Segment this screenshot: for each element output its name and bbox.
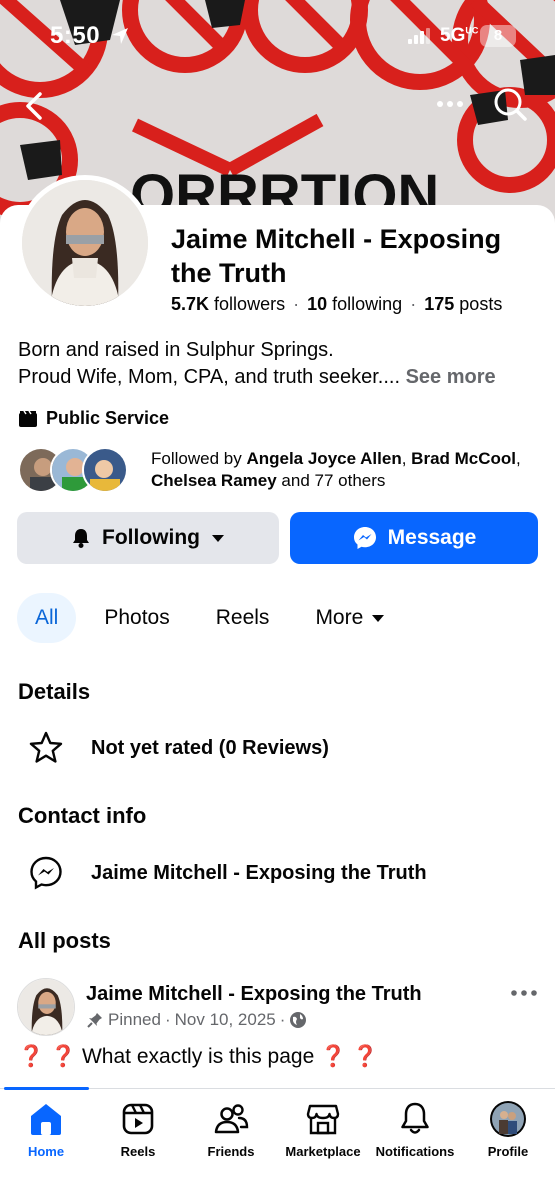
mutual-avatar [82, 447, 128, 493]
nav-notifications[interactable]: Notifications [365, 1100, 465, 1159]
rating-row[interactable]: Not yet rated (0 Reviews) [28, 730, 329, 766]
see-more-link[interactable]: See more [406, 366, 496, 388]
home-icon [31, 1104, 61, 1135]
caret-down-icon [211, 535, 224, 542]
mutual-followers[interactable]: Followed by Angela Joyce Allen, Brad McC… [18, 446, 521, 494]
tab-all[interactable]: All [17, 593, 77, 643]
status-time: 5:50 [50, 22, 101, 49]
location-arrow-icon [112, 28, 128, 44]
signal-icon [408, 28, 430, 44]
profile-avatar-icon [490, 1101, 526, 1137]
nav-profile[interactable]: Profile [458, 1100, 555, 1159]
message-button-label: Message [387, 526, 477, 549]
more-options-icon[interactable] [430, 86, 470, 126]
message-button[interactable]: Message [290, 512, 538, 564]
profile-tabs: All Photos Reels More [17, 592, 413, 644]
nav-reels-label: Reels [120, 1144, 156, 1159]
nav-marketplace[interactable]: Marketplace [273, 1100, 373, 1159]
following-button-label: Following [102, 526, 200, 549]
post-author-photo [18, 979, 74, 1035]
status-bar: 5:50 5GUC 8 [0, 22, 555, 52]
post-author-avatar[interactable] [17, 978, 75, 1036]
contact-info-heading: Contact info [18, 803, 147, 828]
posts-label: posts [459, 294, 503, 314]
post-meta: Pinned · Nov 10, 2025 · [86, 1010, 307, 1030]
rating-text: Not yet rated (0 Reviews) [91, 736, 329, 759]
page-title: Jaime Mitchell - Exposing the Truth [171, 224, 502, 288]
question-mark-emoji: ❓ ❓ [18, 1045, 77, 1068]
nav-home[interactable]: Home [0, 1100, 96, 1159]
question-mark-emoji: ❓ ❓ [320, 1045, 379, 1068]
following-label[interactable]: following [332, 294, 402, 314]
friends-icon [214, 1104, 249, 1134]
tab-reels[interactable]: Reels [198, 593, 288, 643]
network-label: 5GUC [440, 25, 479, 46]
page-category: Public Service [18, 408, 169, 429]
bio-line-1: Born and raised in Sulphur Springs. [18, 339, 334, 361]
messenger-contact-row[interactable]: Jaime Mitchell - Exposing the Truth [28, 855, 427, 891]
bell-icon [401, 1102, 429, 1134]
search-icon[interactable] [490, 84, 530, 124]
profile-photo [22, 180, 148, 306]
back-arrow-icon[interactable] [16, 86, 56, 126]
profile-avatar[interactable] [17, 175, 153, 311]
pinned-label: Pinned [108, 1010, 161, 1029]
category-label: Public Service [46, 408, 170, 428]
nav-friends[interactable]: Friends [181, 1100, 281, 1159]
followers-label[interactable]: followers [214, 294, 285, 314]
clapperboard-icon [19, 410, 37, 427]
pin-icon [87, 1013, 102, 1028]
battery-indicator: 8 [480, 25, 516, 47]
nav-profile-label: Profile [487, 1144, 529, 1159]
active-tab-indicator [4, 1087, 89, 1090]
post-options-icon[interactable] [510, 985, 538, 1001]
following-count[interactable]: 10 [307, 294, 327, 314]
messenger-icon [353, 527, 376, 549]
bell-icon [73, 529, 89, 548]
nav-home-label: Home [27, 1144, 65, 1159]
bio-line-2: Proud Wife, Mom, CPA, and truth seeker..… [18, 366, 401, 388]
posts-count: 175 [424, 294, 455, 314]
post-date[interactable]: Nov 10, 2025 [175, 1010, 276, 1030]
marketplace-icon [306, 1104, 340, 1135]
post-body: What exactly is this page [81, 1045, 315, 1068]
tab-more-label: More [315, 606, 364, 629]
nav-friends-label: Friends [207, 1144, 255, 1159]
nav-notifications-label: Notifications [375, 1144, 455, 1159]
tab-more[interactable]: More [297, 593, 403, 643]
following-button[interactable]: Following [17, 512, 279, 564]
globe-icon [290, 1012, 307, 1028]
details-heading: Details [18, 679, 91, 704]
messenger-icon [30, 856, 62, 890]
bio: Born and raised in Sulphur Springs. Prou… [18, 337, 543, 391]
followed-by-text: Followed by Angela Joyce Allen, Brad McC… [151, 449, 521, 490]
post-author-name[interactable]: Jaime Mitchell - Exposing the Truth [86, 983, 422, 1006]
reels-icon [122, 1103, 154, 1135]
caret-down-icon [372, 615, 385, 622]
nav-marketplace-label: Marketplace [285, 1144, 361, 1159]
star-icon [29, 731, 63, 763]
nav-reels[interactable]: Reels [88, 1100, 188, 1159]
followers-count[interactable]: 5.7K [171, 294, 209, 314]
profile-stats: 5.7K followers · 10 following · 175 post… [171, 294, 503, 314]
post-text: ❓ ❓ What exactly is this page ❓ ❓ [18, 1045, 378, 1069]
messenger-contact-text: Jaime Mitchell - Exposing the Truth [91, 861, 427, 884]
tab-photos[interactable]: Photos [86, 593, 187, 643]
all-posts-heading: All posts [18, 928, 111, 953]
